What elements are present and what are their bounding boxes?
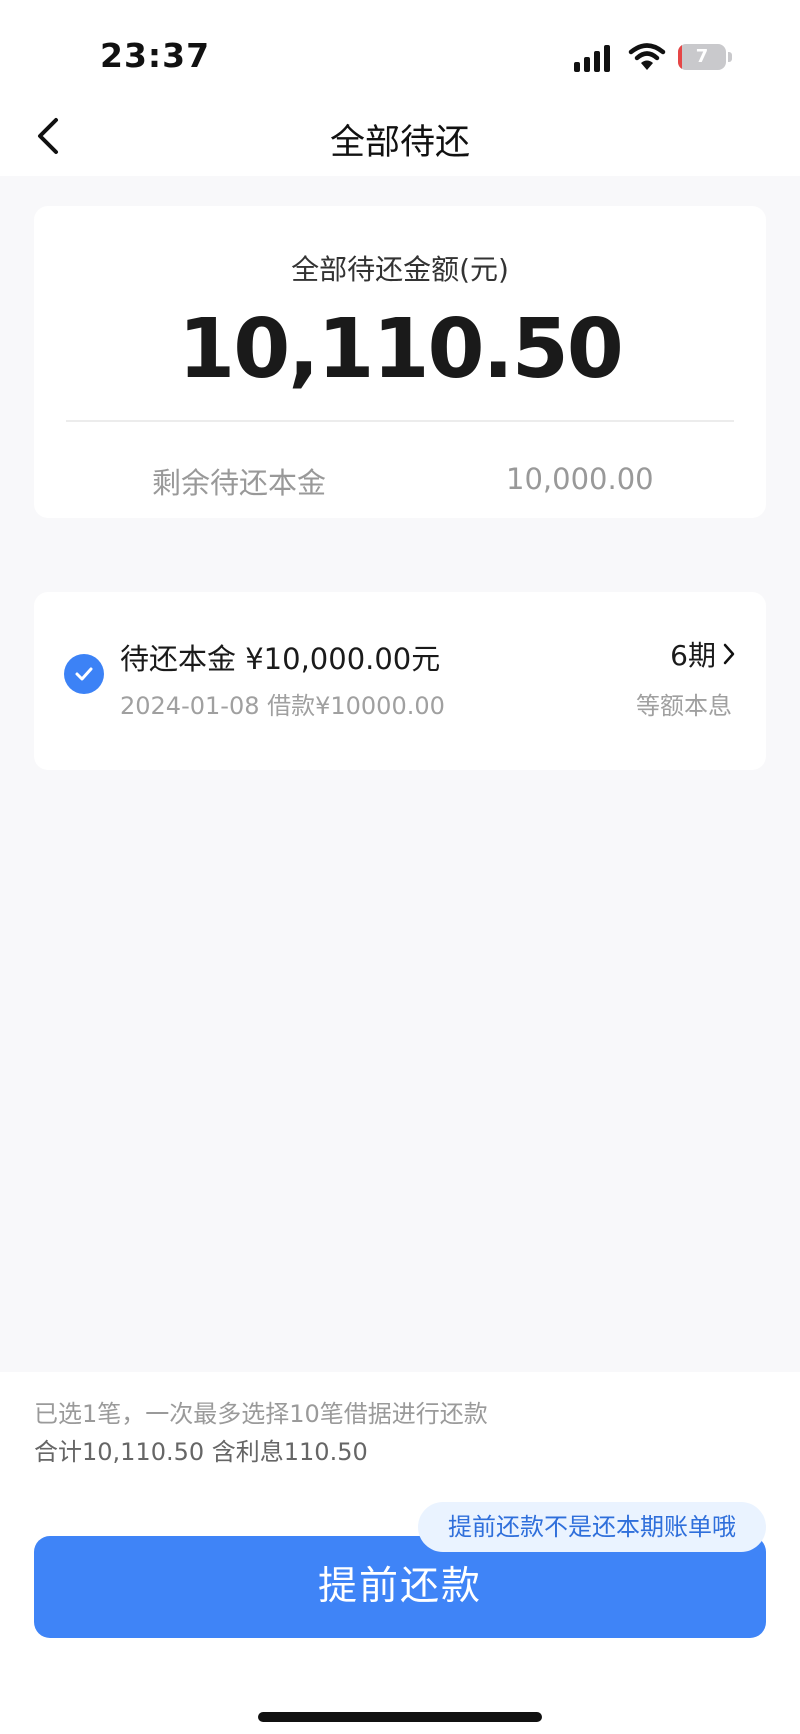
loan-item[interactable]: 待还本金 ¥10,000.00元 2024-01-08 借款¥10000.00 … bbox=[34, 592, 766, 770]
prepay-tooltip: 提前还款不是还本期账单哦 bbox=[418, 1502, 766, 1552]
bottom-bar: 已选1笔，一次最多选择10笔借据进行还款 合计10,110.50 含利息110.… bbox=[0, 1372, 800, 1734]
total-due-label: 全部待还金额(元) bbox=[291, 253, 509, 286]
status-bar: 23:37 7 bbox=[0, 0, 800, 100]
loan-date-amount: 2024-01-08 借款¥10000.00 bbox=[120, 692, 445, 720]
total-note: 合计10,110.50 含利息110.50 bbox=[34, 1438, 368, 1466]
loan-periods-link[interactable]: 6期 bbox=[670, 634, 736, 674]
nav-bar: 全部待还 bbox=[0, 100, 800, 176]
battery-icon: 7 bbox=[678, 44, 732, 70]
total-due-amount: 10,110.50 bbox=[178, 302, 624, 397]
remaining-principal-value: 10,000.00 bbox=[506, 462, 654, 496]
selection-note: 已选1笔，一次最多选择10笔借据进行还款 bbox=[34, 1400, 488, 1428]
loan-periods: 6期 bbox=[670, 639, 716, 672]
remaining-principal-label: 剩余待还本金 bbox=[152, 466, 327, 500]
signal-icon bbox=[574, 45, 610, 72]
status-time: 23:37 bbox=[100, 36, 211, 75]
summary-card: 全部待还金额(元) 10,110.50 剩余待还本金 10,000.00 bbox=[34, 206, 766, 518]
page-title: 全部待还 bbox=[329, 123, 470, 163]
repayment-method: 等额本息 bbox=[636, 692, 732, 720]
battery-level: 7 bbox=[695, 46, 709, 67]
loan-principal: 待还本金 ¥10,000.00元 bbox=[120, 642, 441, 676]
divider bbox=[66, 420, 734, 422]
wifi-icon bbox=[628, 43, 666, 70]
chevron-right-icon bbox=[723, 643, 735, 665]
check-icon[interactable] bbox=[64, 654, 104, 694]
home-indicator[interactable] bbox=[258, 1712, 542, 1722]
